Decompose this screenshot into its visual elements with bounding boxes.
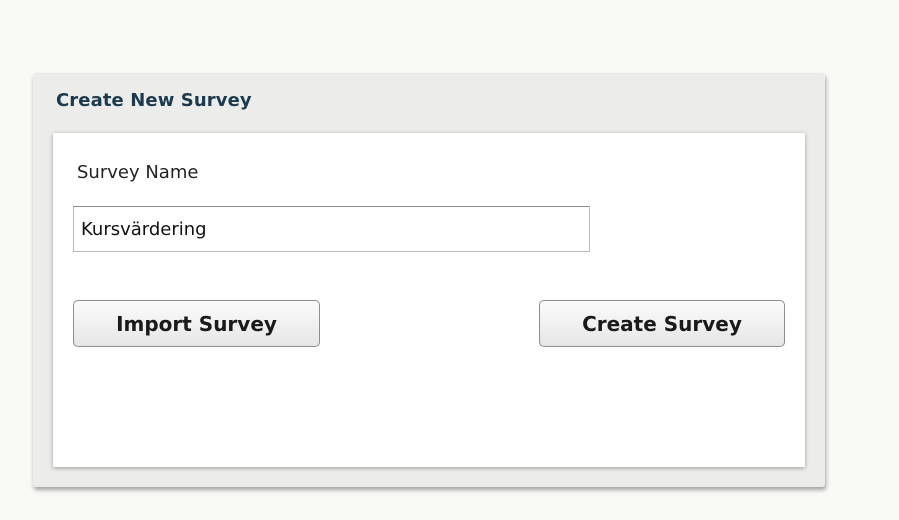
survey-name-label: Survey Name xyxy=(77,162,199,183)
dialog-panel: Survey Name Import Survey Create Survey xyxy=(53,133,805,467)
survey-name-input[interactable] xyxy=(73,206,590,252)
dialog-title: Create New Survey xyxy=(56,90,252,111)
create-survey-button[interactable]: Create Survey xyxy=(539,300,785,347)
create-survey-dialog: Create New Survey Survey Name Import Sur… xyxy=(33,73,825,487)
import-survey-button[interactable]: Import Survey xyxy=(73,300,320,347)
